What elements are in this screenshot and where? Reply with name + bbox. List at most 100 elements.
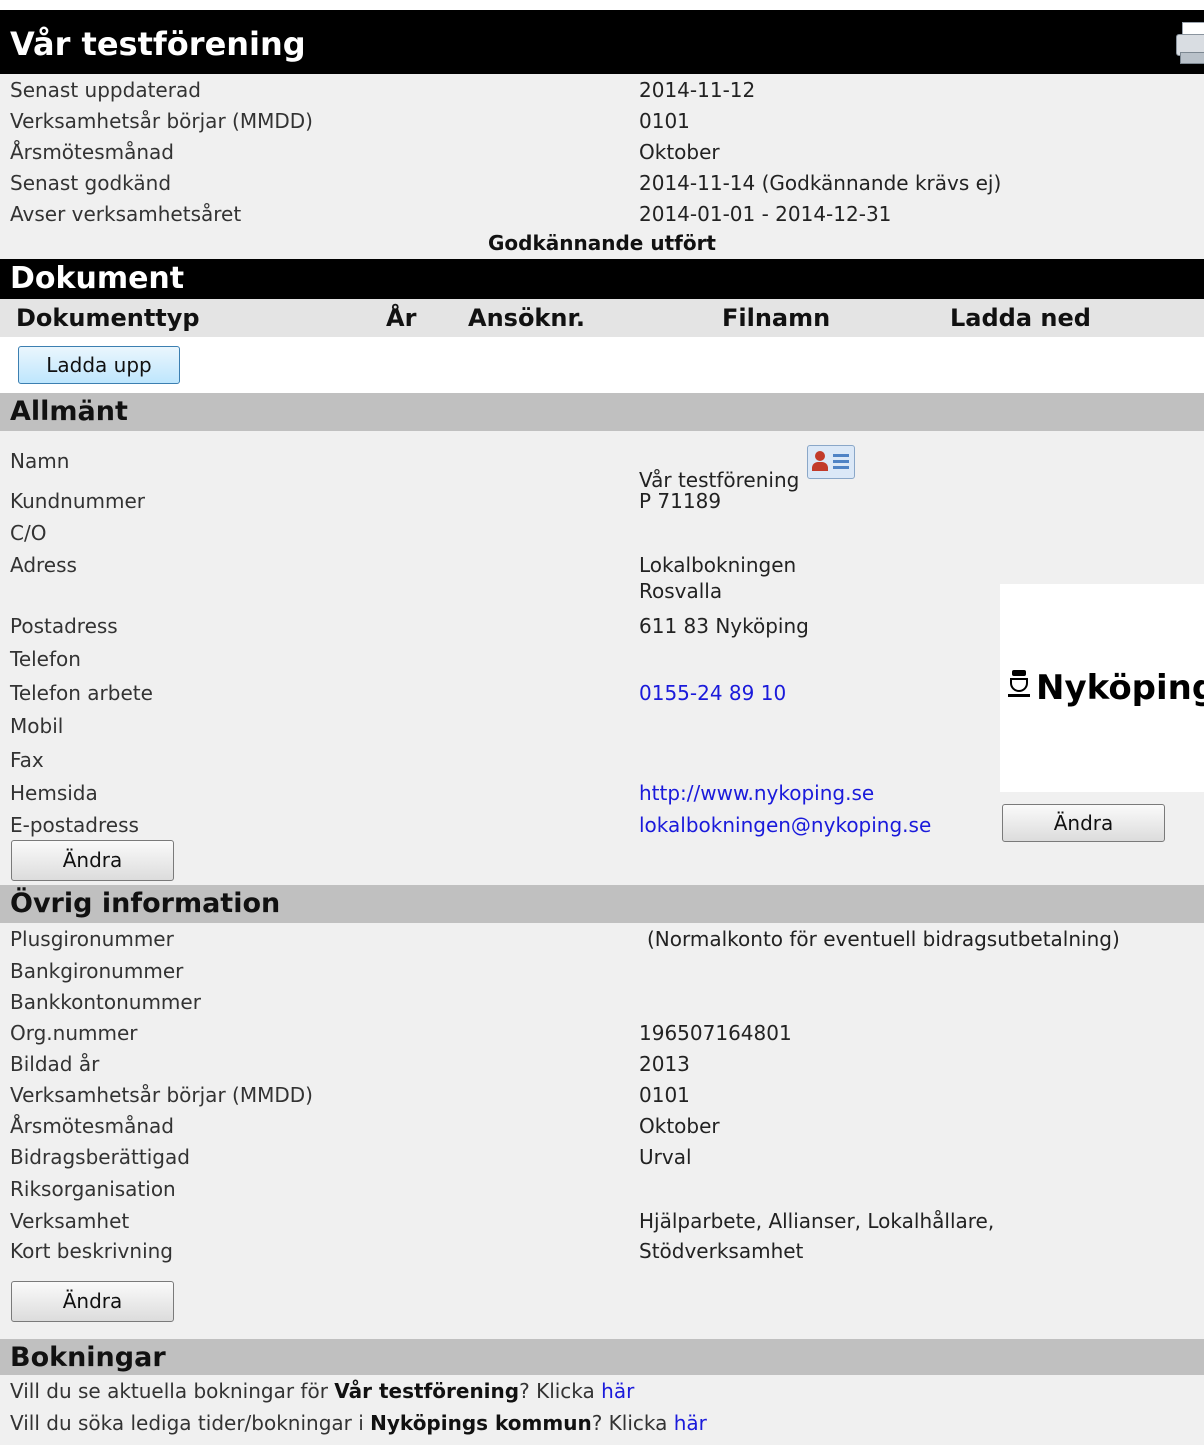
other-value: Stödverksamhet: [639, 1239, 804, 1263]
other-value: 196507164801: [639, 1021, 792, 1045]
other-info-heading: Övrig information: [0, 885, 1204, 923]
column-header-application[interactable]: Ansöknr.: [468, 304, 585, 332]
general-label: E-postadress: [10, 813, 139, 837]
email-link[interactable]: lokalbokningen@nykoping.se: [639, 813, 931, 837]
summary-label: Årsmötesmånad: [10, 140, 174, 164]
summary-value: 2014-11-14 (Godkännande krävs ej): [639, 171, 1002, 195]
work-phone-link[interactable]: 0155-24 89 10: [639, 681, 786, 705]
summary-row: Årsmötesmånad Oktober: [0, 136, 1204, 167]
other-row: Kort beskrivning Stödverksamhet: [0, 1235, 1000, 1266]
other-row: Verksamhetsår börjar (MMDD) 0101: [0, 1079, 1000, 1110]
general-label: Namn: [10, 449, 70, 473]
general-row: Hemsida http://www.nykoping.se: [0, 777, 1000, 808]
general-row: C/O: [0, 517, 1000, 548]
other-row: Plusgironummer (Normalkonto för eventuel…: [0, 923, 1204, 954]
general-label: Adress: [10, 553, 77, 577]
other-label: Bildad år: [10, 1052, 100, 1076]
other-value: 2013: [639, 1052, 690, 1076]
other-label: Plusgironummer: [10, 927, 174, 951]
general-row: Adress Lokalbokningen Rosvalla: [0, 549, 1000, 605]
general-row: E-postadress lokalbokningen@nykoping.se: [0, 809, 1000, 840]
general-row: Mobil: [0, 710, 1000, 741]
general-row: Telefon: [0, 643, 1000, 674]
general-row: Fax: [0, 744, 1000, 775]
general-row: Kundnummer P 71189: [0, 485, 1000, 516]
documents-table-header: Dokumenttyp År Ansöknr. Filnamn Ladda ne…: [0, 299, 1204, 337]
other-row: Verksamhet Hjälparbete, Allianser, Lokal…: [0, 1205, 1100, 1236]
column-header-year[interactable]: År: [386, 304, 416, 332]
other-label: Org.nummer: [10, 1021, 138, 1045]
other-label: Verksamhetsår börjar (MMDD): [10, 1083, 313, 1107]
general-value-line2: Rosvalla: [639, 579, 723, 603]
summary-row: Verksamhetsår börjar (MMDD) 0101: [0, 105, 1204, 136]
summary-row: Avser verksamhetsåret 2014-01-01 - 2014-…: [0, 198, 1204, 229]
general-value: Lokalbokningen: [639, 553, 797, 577]
other-label: Bidragsberättigad: [10, 1145, 190, 1169]
column-header-filename[interactable]: Filnamn: [722, 304, 830, 332]
documents-body: Ladda upp: [0, 337, 1204, 393]
other-row: Bankkontonummer: [0, 986, 1000, 1017]
documents-heading: Dokument: [0, 259, 1204, 299]
summary-label: Verksamhetsår börjar (MMDD): [10, 109, 313, 133]
change-other-info-button[interactable]: Ändra: [11, 1281, 174, 1322]
other-row: Bidragsberättigad Urval: [0, 1141, 1000, 1172]
column-header-type[interactable]: Dokumenttyp: [16, 304, 200, 332]
other-value: Oktober: [639, 1114, 720, 1138]
general-row: Telefon arbete 0155-24 89 10: [0, 677, 1000, 708]
column-header-download[interactable]: Ladda ned: [950, 304, 1091, 332]
search-bookings-link[interactable]: här: [674, 1411, 707, 1435]
other-value: 0101: [639, 1083, 690, 1107]
general-label: Telefon arbete: [10, 681, 153, 705]
other-row: Riksorganisation: [0, 1173, 1000, 1204]
page: Vår testförening Senast uppdaterad 2014-…: [0, 10, 1204, 1445]
bookings-panel: Vill du se aktuella bokningar för Vår te…: [0, 1375, 1204, 1445]
other-label: Bankgironummer: [10, 959, 184, 983]
general-row: Postadress 611 83 Nyköping: [0, 610, 1000, 641]
summary-label: Avser verksamhetsåret: [10, 202, 242, 226]
printer-icon[interactable]: [1172, 20, 1204, 66]
other-row: Bildad år 2013: [0, 1048, 1000, 1079]
website-link[interactable]: http://www.nykoping.se: [639, 781, 874, 805]
general-label: Hemsida: [10, 781, 98, 805]
summary-value: Oktober: [639, 140, 720, 164]
bookings-line-own: Vill du se aktuella bokningar för Vår te…: [10, 1379, 635, 1403]
page-title: Vår testförening: [10, 25, 306, 63]
own-bookings-link[interactable]: här: [601, 1379, 634, 1403]
summary-panel: Senast uppdaterad 2014-11-12 Verksamhets…: [0, 74, 1204, 259]
summary-value: 2014-01-01 - 2014-12-31: [639, 202, 892, 226]
contact-card-icon[interactable]: [807, 445, 856, 479]
change-general-button[interactable]: Ändra: [11, 840, 174, 881]
summary-row: Senast uppdaterad 2014-11-12: [0, 74, 1204, 105]
general-label: Postadress: [10, 614, 118, 638]
general-label: C/O: [10, 521, 47, 545]
other-label: Riksorganisation: [10, 1177, 176, 1201]
other-label: Verksamhet: [10, 1209, 130, 1233]
approval-status: Godkännande utfört: [488, 231, 716, 255]
summary-row: Senast godkänd 2014-11-14 (Godkännande k…: [0, 167, 1204, 198]
summary-value: 0101: [639, 109, 690, 133]
other-label: Kort beskrivning: [10, 1239, 173, 1263]
upload-button[interactable]: Ladda upp: [18, 346, 180, 384]
change-logo-button[interactable]: Ändra: [1002, 804, 1165, 842]
general-panel: Namn Vår testförening Kundnummer P 71189…: [0, 431, 1204, 885]
other-value: Hjälparbete, Allianser, Lokalhållare,: [639, 1209, 995, 1233]
general-value: Vår testförening: [639, 445, 856, 492]
crest-icon: [1008, 670, 1030, 698]
other-info-panel: Plusgironummer (Normalkonto för eventuel…: [0, 923, 1204, 1339]
other-value: (Normalkonto för eventuell bidragsutbeta…: [647, 927, 1120, 951]
general-value: P 71189: [639, 489, 722, 513]
summary-label: Senast godkänd: [10, 171, 172, 195]
summary-value: 2014-11-12: [639, 78, 756, 102]
general-label: Telefon: [10, 647, 81, 671]
bookings-heading: Bokningar: [0, 1339, 1204, 1375]
other-row: Årsmötesmånad Oktober: [0, 1110, 1000, 1141]
summary-label: Senast uppdaterad: [10, 78, 201, 102]
general-label: Kundnummer: [10, 489, 146, 513]
organization-logo: Nyköping: [1000, 584, 1204, 792]
other-value: Urval: [639, 1145, 692, 1169]
bookings-line-municipality: Vill du söka lediga tider/bokningar i Ny…: [10, 1411, 707, 1435]
general-heading: Allmänt: [0, 393, 1204, 431]
other-row: Org.nummer 196507164801: [0, 1017, 1000, 1048]
title-bar: Vår testförening: [0, 10, 1204, 74]
general-label: Mobil: [10, 714, 64, 738]
